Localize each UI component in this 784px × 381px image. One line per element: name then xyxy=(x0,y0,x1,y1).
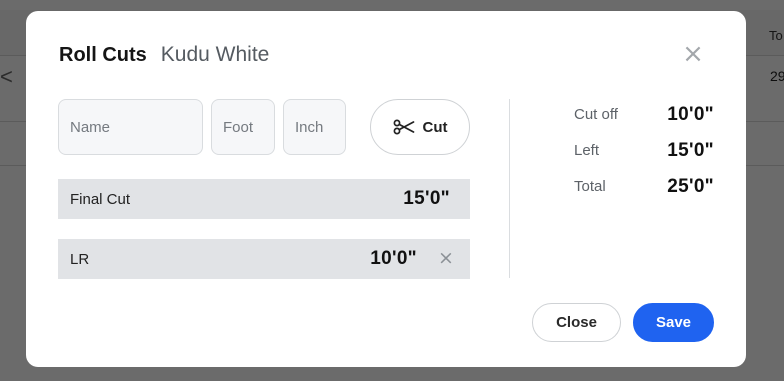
cut-button-label: Cut xyxy=(422,118,448,136)
cut-row-name: LR xyxy=(70,250,90,268)
remove-cut-icon[interactable]: × xyxy=(436,248,456,268)
summary-left-value: 15'0" xyxy=(667,140,714,161)
modal-subtitle: Kudu White xyxy=(160,43,270,66)
modal-title: Roll Cuts xyxy=(59,44,147,66)
cut-row-length: 15'0" xyxy=(403,188,450,209)
summary-cut-off-label: Cut off xyxy=(574,106,618,123)
close-button[interactable]: Close xyxy=(532,303,621,342)
save-button[interactable]: Save xyxy=(633,303,714,342)
cut-button[interactable]: Cut xyxy=(370,99,470,155)
foot-input[interactable] xyxy=(211,99,275,155)
close-icon[interactable]: × xyxy=(682,41,704,67)
scissors-icon xyxy=(393,119,414,135)
summary-total-value: 25'0" xyxy=(667,176,714,197)
cut-row-lr: LR 10'0" × xyxy=(58,239,470,279)
inch-input[interactable] xyxy=(283,99,346,155)
summary-total-label: Total xyxy=(574,178,606,195)
cut-row-final: Final Cut 15'0" xyxy=(58,179,470,219)
cut-row-length: 10'0" xyxy=(370,248,417,269)
summary-cut-off-value: 10'0" xyxy=(667,104,714,125)
name-input[interactable] xyxy=(58,99,203,155)
vertical-divider xyxy=(509,99,510,278)
modal-header: Roll Cuts Kudu White xyxy=(59,43,269,67)
cut-row-name: Final Cut xyxy=(70,190,131,208)
roll-cuts-modal: Roll Cuts Kudu White × Cut Final Cut 15'… xyxy=(26,11,746,367)
summary-left-label: Left xyxy=(574,142,600,159)
